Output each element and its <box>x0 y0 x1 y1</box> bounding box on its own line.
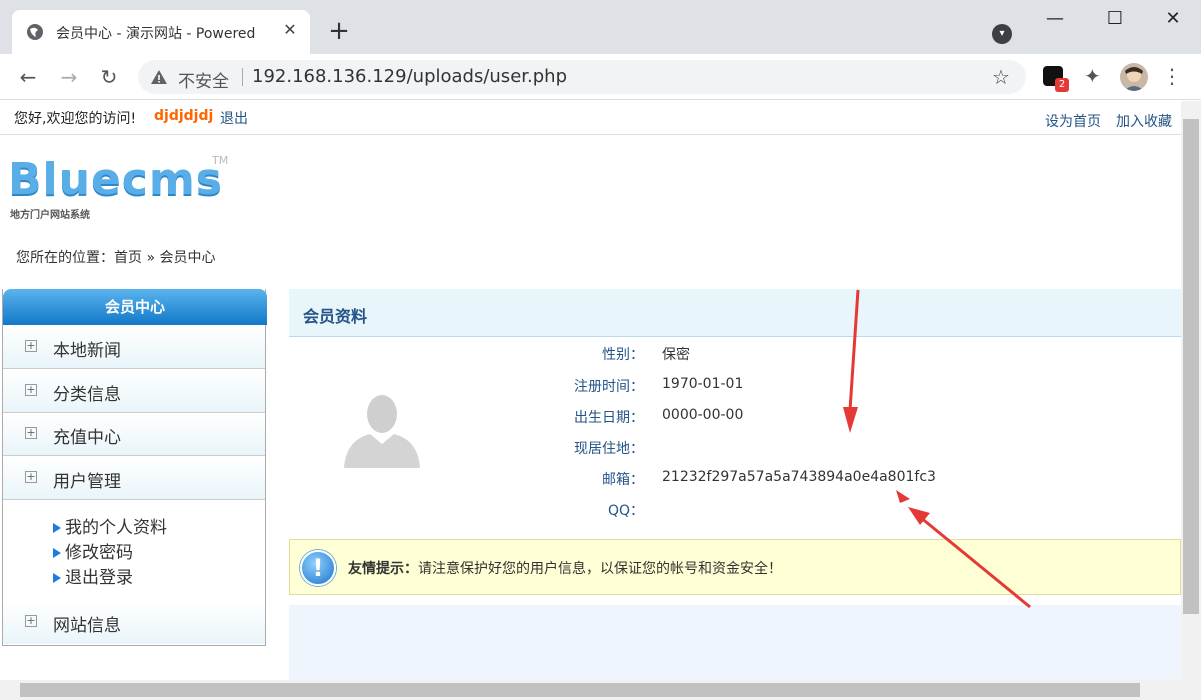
logout-link[interactable]: 退出 <box>220 108 248 128</box>
arrow-right-icon <box>53 523 61 533</box>
separator <box>242 68 243 86</box>
annotation-arrowhead <box>843 407 858 433</box>
tip-label: 友情提示： <box>348 561 418 577</box>
field-register-time: 注册时间： 1970-01-01 <box>540 376 743 396</box>
expand-icon: + <box>25 614 37 627</box>
site-topbar: 您好,欢迎您的访问! djdjdjdj 退出 设为首页 加入收藏 <box>0 101 1181 135</box>
expand-icon: + <box>25 339 37 352</box>
content-lower-area <box>289 605 1181 680</box>
sidebar-item-label: 分类信息 <box>53 385 121 405</box>
sub-item-label: 我的个人资料 <box>65 518 167 538</box>
extension-icon[interactable]: 2 <box>1043 66 1069 92</box>
browser-menu-icon[interactable]: ⋮ <box>1162 64 1182 88</box>
forward-icon[interactable]: → <box>56 64 82 90</box>
maximize-button[interactable]: ☐ <box>1100 8 1130 30</box>
set-home-link[interactable]: 设为首页 <box>1045 111 1101 131</box>
logo-text: Bluecms <box>8 154 223 205</box>
vertical-scrollbar[interactable] <box>1181 101 1201 680</box>
main-title: 会员资料 <box>303 307 368 326</box>
url-text[interactable]: 192.168.136.129/uploads/user.php <box>252 66 567 87</box>
extension-badge: 2 <box>1055 78 1069 92</box>
sidebar-title: 会员中心 <box>3 289 267 325</box>
sub-item-logout[interactable]: 退出登录 <box>53 563 133 588</box>
active-tab[interactable]: 会员中心 - 演示网站 - Powered ✕ <box>12 10 310 54</box>
sidebar-item-label: 用户管理 <box>53 472 121 492</box>
expand-icon: + <box>25 426 37 439</box>
field-label: 注册时间： <box>574 379 644 395</box>
scrollbar-thumb[interactable] <box>1183 119 1199 614</box>
arrow-right-icon <box>53 573 61 583</box>
bookmark-star-icon[interactable]: ☆ <box>992 65 1010 89</box>
breadcrumb: 您所在的位置：首页 » 会员中心 <box>16 250 216 266</box>
field-label: 现居住地： <box>574 441 644 457</box>
new-tab-button[interactable]: + <box>326 18 352 45</box>
minimize-button[interactable]: — <box>1040 8 1070 30</box>
field-gender: 性别： 保密 <box>540 344 690 364</box>
tab-strip: 会员中心 - 演示网站 - Powered ✕ + ▾ — ☐ ✕ <box>0 0 1201 54</box>
window-close-button[interactable]: ✕ <box>1158 8 1188 30</box>
sidebar-item-classifieds[interactable]: + 分类信息 <box>3 370 265 413</box>
arrow-right-icon <box>53 548 61 558</box>
field-value: 保密 <box>662 347 690 363</box>
field-label: 邮箱： <box>602 472 644 488</box>
logo-tm: TM <box>212 154 229 167</box>
field-birthday: 出生日期： 0000-00-00 <box>540 407 743 427</box>
horizontal-scrollbar[interactable] <box>0 680 1201 700</box>
sub-item-my-profile[interactable]: 我的个人资料 <box>53 513 167 538</box>
logo-tagline: 地方门户网站系统 <box>10 210 90 221</box>
sidebar-item-recharge[interactable]: + 充值中心 <box>3 413 265 456</box>
default-avatar-icon <box>344 395 420 468</box>
sub-item-change-password[interactable]: 修改密码 <box>53 538 133 563</box>
sidebar-item-user-management[interactable]: + 用户管理 <box>3 457 265 500</box>
expand-icon: + <box>25 383 37 396</box>
greeting-text: 您好,欢迎您的访问! <box>14 111 137 127</box>
address-bar[interactable]: 不安全 192.168.136.129/uploads/user.php ☆ <box>138 60 1026 94</box>
tab-close-icon[interactable]: ✕ <box>280 20 300 40</box>
field-value: 0000-00-00 <box>662 407 744 423</box>
annotation-arrowhead <box>908 507 930 525</box>
sidebar-item-local-news[interactable]: + 本地新闻 <box>3 326 265 369</box>
sidebar-item-label: 本地新闻 <box>53 341 121 361</box>
tip-text: 请注意保护好您的用户信息，以保证您的帐号和资金安全！ <box>418 561 782 577</box>
expand-icon: + <box>25 470 37 483</box>
annotation-arrowhead-small <box>896 490 910 503</box>
sidebar-item-label: 网站信息 <box>53 616 121 636</box>
field-email: 邮箱： 21232f297a57a5a743894a0e4a801fc3 <box>540 469 936 489</box>
tab-title: 会员中心 - 演示网站 - Powered <box>56 26 256 42</box>
back-icon[interactable]: ← <box>15 64 41 90</box>
browser-toolbar: ← → ↻ 不安全 192.168.136.129/uploads/user.p… <box>0 54 1201 100</box>
tab-search-icon[interactable]: ▾ <box>992 24 1012 44</box>
tip-box: ! 友情提示：请注意保护好您的用户信息，以保证您的帐号和资金安全！ <box>289 539 1181 595</box>
info-icon: ! <box>300 550 336 586</box>
username-link[interactable]: djdjdjdj <box>154 108 213 124</box>
reload-icon[interactable]: ↻ <box>96 64 122 90</box>
field-qq: QQ： <box>540 500 644 520</box>
warning-icon <box>151 70 167 84</box>
field-label: 出生日期： <box>574 410 644 426</box>
field-value: 1970-01-01 <box>662 376 744 392</box>
profile-avatar[interactable] <box>1120 63 1148 91</box>
field-residence: 现居住地： <box>540 438 644 458</box>
field-value: 21232f297a57a5a743894a0e4a801fc3 <box>662 469 936 485</box>
field-label: QQ： <box>607 503 644 519</box>
sub-item-label: 退出登录 <box>65 568 133 588</box>
globe-icon <box>27 24 43 40</box>
site-logo[interactable]: Bluecms TM 地方门户网站系统 <box>8 150 248 230</box>
sidebar: 会员中心 + 本地新闻 + 分类信息 + 充值中心 + 用户管理 我的个人资料 … <box>2 289 267 646</box>
tip-text-line: 友情提示：请注意保护好您的用户信息，以保证您的帐号和资金安全！ <box>348 558 782 578</box>
main-header: 会员资料 <box>289 289 1181 337</box>
hscroll-thumb[interactable] <box>20 683 1140 697</box>
extensions-puzzle-icon[interactable]: ✦ <box>1084 64 1101 88</box>
sidebar-item-label: 充值中心 <box>53 428 121 448</box>
sub-item-label: 修改密码 <box>65 543 133 563</box>
sidebar-item-site-info[interactable]: + 网站信息 <box>3 601 265 644</box>
add-favorite-link[interactable]: 加入收藏 <box>1116 111 1172 131</box>
insecure-label: 不安全 <box>178 72 229 92</box>
field-label: 性别： <box>602 347 644 363</box>
